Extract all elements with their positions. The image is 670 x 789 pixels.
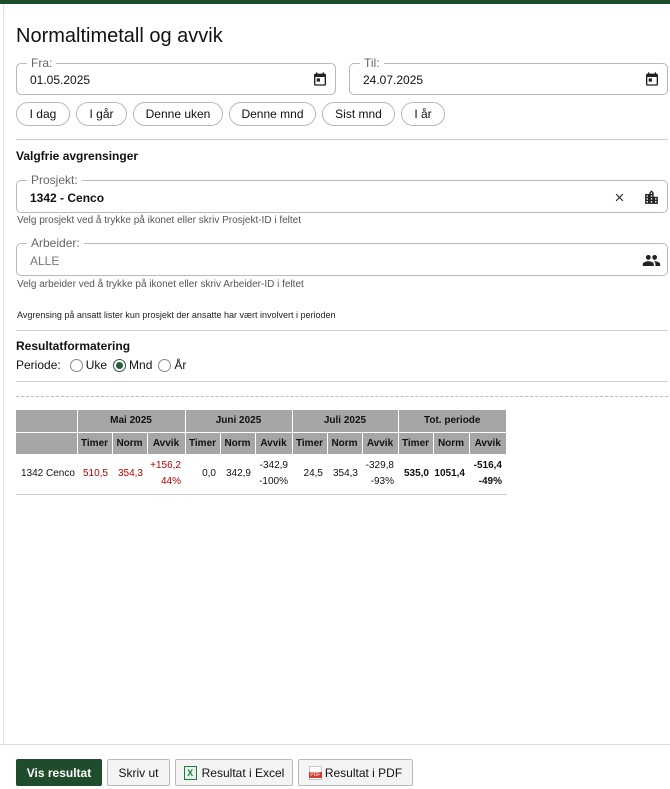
july-norm: 354,3 [327,454,362,495]
show-result-button[interactable]: Vis resultat [16,759,102,786]
worker-helper-text: Velg arbeider ved å trykke på ikonet ell… [17,279,304,290]
optional-filters-heading: Valgfrie avgrensinger [16,149,139,163]
group-header-total: Tot. periode [397,410,506,432]
date-to-value: 24.07.2025 [363,73,424,87]
col-header-avvik: Avvik [468,431,506,454]
date-from-label: Fra: [27,56,57,70]
radio-unchecked-icon[interactable] [69,358,83,372]
radio-checked-icon[interactable] [113,358,127,372]
col-header-norm: Norm [432,431,469,454]
quick-range-yesterday[interactable]: I går [76,102,127,126]
table-group-header-row: Mai 2025 Juni 2025 Juli 2025 Tot. period… [16,410,506,432]
period-option-week[interactable]: Uke [69,358,107,372]
excel-export-label: Resultat i Excel [201,765,285,780]
col-header-norm: Norm [219,431,255,454]
divider [16,139,668,140]
total-timer: 535,0 [398,454,433,495]
july-timer: 24,5 [292,454,327,495]
col-header-norm: Norm [326,431,362,454]
col-header-timer: Timer [76,431,112,454]
footer-divider [0,744,670,745]
group-header-june: Juni 2025 [184,410,292,432]
building-icon[interactable] [642,188,660,206]
project-value: 1342 - Cenco [30,191,105,205]
period-selector: Periode: Uke Mnd År [16,357,192,373]
period-option-month[interactable]: Mnd [113,358,152,372]
pdf-icon: PDF [308,765,322,780]
total-avvik: -516,4 -49% [469,454,506,495]
june-norm: 342,9 [220,454,255,495]
formatting-heading: Resultatformatering [16,339,131,353]
group-header-may: Mai 2025 [76,410,185,432]
col-header-norm: Norm [111,431,147,454]
date-from-value: 01.05.2025 [30,73,91,87]
period-option-year[interactable]: År [158,358,186,372]
radio-unchecked-icon[interactable] [158,358,172,372]
filter-note: Avgrensing på ansatt lister kun prosjekt… [17,310,336,320]
date-to-field[interactable]: Til: 24.07.2025 [349,56,668,95]
quick-range-last-month[interactable]: Sist mnd [322,102,395,126]
worker-placeholder: ALLE [30,254,60,268]
project-field[interactable]: Prosjekt: 1342 - Cenco [16,173,668,213]
project-helper-text: Velg prosjekt ved å trykke på ikonet ell… [17,215,302,226]
divider [16,381,668,382]
project-label: Prosjekt: [27,173,82,187]
dashed-divider [16,396,668,397]
empty-header-cell [16,410,77,432]
june-timer: 0,0 [185,454,220,495]
table-subheader-row: Timer Norm Avvik Timer Norm Avvik Timer … [16,431,506,454]
july-avvik: -329,8 -93% [362,454,398,495]
period-label: Periode: [16,358,61,372]
quick-range-this-month[interactable]: Denne mnd [229,102,316,126]
col-header-timer: Timer [397,431,433,454]
total-norm: 1051,4 [433,454,469,495]
worker-field[interactable]: Arbeider: ALLE [16,236,668,276]
excel-export-button[interactable]: X Resultat i Excel [175,759,293,786]
quick-range-this-week[interactable]: Denne uken [133,102,223,126]
print-button[interactable]: Skriv ut [107,759,170,786]
col-header-avvik: Avvik [361,431,398,454]
quick-range-today[interactable]: I dag [16,102,70,126]
page-title: Normaltimetall og avvik [16,25,223,47]
row-project-name: 1342 Cenco [16,454,77,495]
group-header-july: Juli 2025 [291,410,398,432]
pdf-export-label: Resultat i PDF [324,765,403,780]
left-border [3,4,4,744]
may-timer: 510,5 [77,454,112,495]
table-row: 1342 Cenco 510,5 354,3 +156,2 44% 0,0 342… [16,454,506,495]
results-table: Mai 2025 Juni 2025 Juli 2025 Tot. period… [16,410,506,495]
quick-range-this-year[interactable]: I år [401,102,445,126]
col-header-timer: Timer [291,431,327,454]
empty-header-cell [16,431,77,454]
calendar-icon[interactable] [311,70,329,88]
col-header-timer: Timer [184,431,220,454]
col-header-avvik: Avvik [146,431,185,454]
may-avvik: +156,2 44% [147,454,185,495]
top-accent-bar [0,0,670,4]
clear-icon[interactable] [611,189,627,205]
people-icon[interactable] [641,251,661,269]
date-from-field[interactable]: Fra: 01.05.2025 [16,56,336,95]
col-header-avvik: Avvik [254,431,292,454]
excel-icon: X [183,765,197,780]
worker-label: Arbeider: [27,236,84,250]
calendar-icon[interactable] [643,70,661,88]
may-norm: 354,3 [112,454,147,495]
june-avvik: -342,9 -100% [255,454,292,495]
pdf-export-button[interactable]: PDF Resultat i PDF [298,759,413,786]
divider [16,330,668,331]
date-to-label: Til: [360,56,384,70]
